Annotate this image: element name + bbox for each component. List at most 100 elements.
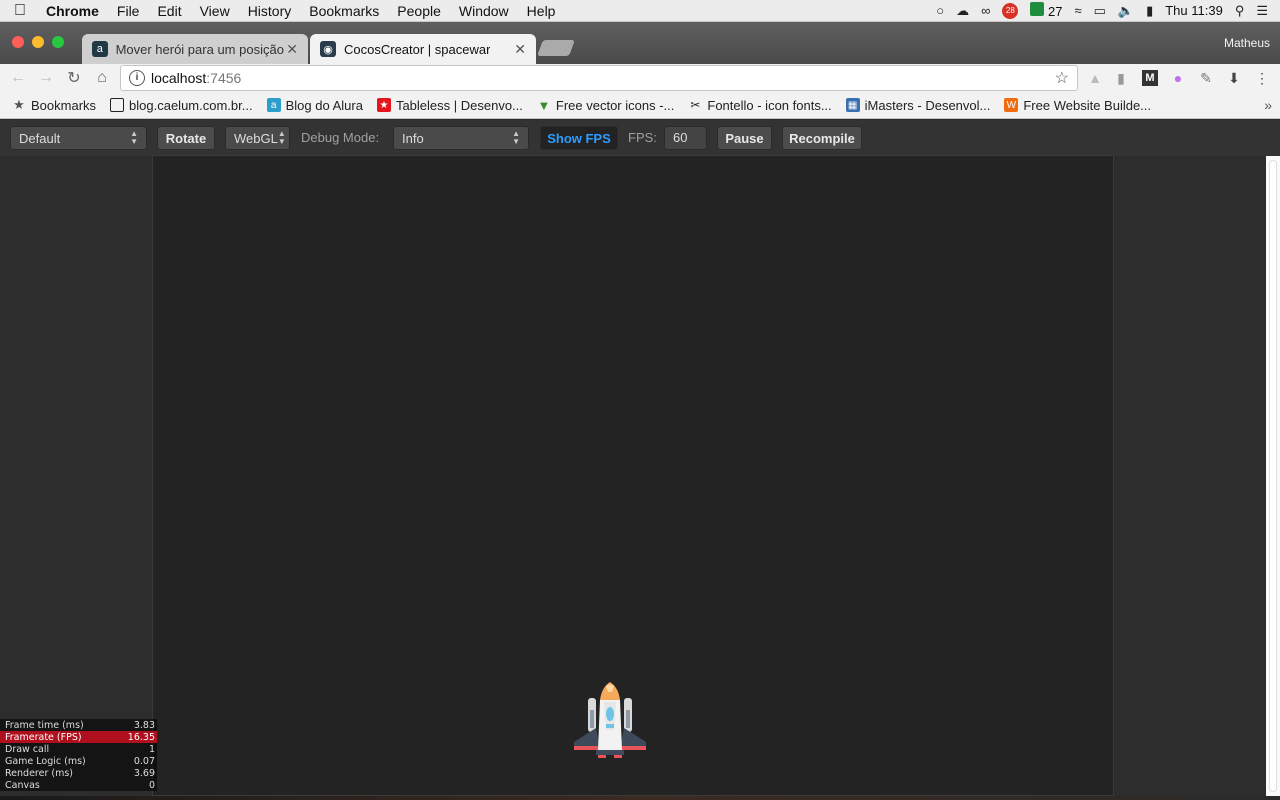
stat-label: Game Logic (ms) bbox=[5, 755, 86, 767]
renderer-select[interactable]: WebGL ▲ ▼ bbox=[225, 126, 290, 150]
bookmark-freepik[interactable]: ▼ Free vector icons -... bbox=[537, 98, 674, 113]
activity-count: 27 bbox=[1047, 4, 1063, 19]
stat-framerate: Framerate (FPS) 16.35 bbox=[0, 731, 157, 743]
download-icon[interactable]: ⬇ bbox=[1226, 70, 1242, 86]
chrome-menu-icon[interactable]: ⋮ bbox=[1254, 70, 1270, 86]
bookmark-label: Tableless | Desenvo... bbox=[395, 97, 523, 113]
more-bookmarks-icon[interactable]: » bbox=[1264, 97, 1272, 113]
menu-bookmarks[interactable]: Bookmarks bbox=[300, 3, 388, 19]
volume-icon[interactable]: 🔈 bbox=[1118, 3, 1134, 19]
stat-value: 0.07 bbox=[133, 755, 155, 767]
bookmark-label: Free Website Builde... bbox=[1023, 97, 1152, 113]
menu-view[interactable]: View bbox=[191, 3, 239, 19]
stat-value: 3.69 bbox=[133, 767, 155, 779]
tab-title: CocosCreator | spacewar bbox=[344, 41, 491, 57]
new-tab-button[interactable] bbox=[537, 40, 575, 56]
creative-cloud-icon[interactable]: ∞ bbox=[981, 3, 990, 18]
address-port: :7456 bbox=[206, 70, 242, 86]
bookmark-wix[interactable]: W Free Website Builde... bbox=[1004, 98, 1151, 113]
alura-icon: a bbox=[92, 41, 108, 57]
select-arrows-icon: ▲ ▼ bbox=[130, 129, 138, 146]
apple-icon[interactable]:  bbox=[0, 2, 40, 20]
alura-icon: a bbox=[266, 98, 281, 112]
drive-extension-icon[interactable]: ▲ bbox=[1087, 70, 1103, 86]
stat-canvas: Canvas 0 bbox=[0, 779, 157, 791]
menu-people[interactable]: People bbox=[388, 3, 450, 19]
tab-cocos-creator[interactable]: ◉ CocosCreator | spacewar ✕ bbox=[310, 34, 536, 64]
profile-name[interactable]: Matheus bbox=[1224, 36, 1270, 50]
tableless-icon: ★ bbox=[376, 98, 391, 112]
notification-badge-icon[interactable]: 28 bbox=[1002, 2, 1019, 19]
bookmark-star-icon[interactable]: ☆ bbox=[1055, 68, 1069, 88]
debug-mode-select[interactable]: Info ▲ ▼ bbox=[393, 126, 529, 150]
forward-arrow-icon[interactable]: → bbox=[32, 69, 60, 87]
spotlight-search-icon[interactable]: ⚲ bbox=[1235, 3, 1245, 19]
battery-icon[interactable]: ▮ bbox=[1146, 3, 1153, 19]
fps-input[interactable]: 60 bbox=[664, 126, 707, 150]
renderer-select-value: WebGL bbox=[234, 130, 278, 146]
activity-status-item[interactable]: 27 bbox=[1030, 2, 1062, 19]
bookmark-tableless[interactable]: ★ Tableless | Desenvo... bbox=[376, 97, 523, 113]
stat-draw-call: Draw call 1 bbox=[0, 743, 157, 755]
reload-icon[interactable]: ↻ bbox=[60, 68, 88, 88]
close-tab-icon[interactable]: ✕ bbox=[514, 41, 526, 58]
home-icon[interactable]: ⌂ bbox=[88, 69, 116, 87]
device-select[interactable]: Default ▲ ▼ bbox=[10, 126, 147, 150]
page-icon bbox=[110, 98, 125, 112]
menu-app-name[interactable]: Chrome bbox=[40, 3, 108, 19]
airplay-icon[interactable]: ▭ bbox=[1094, 3, 1106, 19]
m-extension-icon[interactable]: M bbox=[1142, 70, 1158, 86]
clock[interactable]: Thu 11:39 bbox=[1165, 3, 1223, 18]
close-window-icon[interactable] bbox=[12, 36, 24, 48]
stat-game-logic: Game Logic (ms) 0.07 bbox=[0, 755, 157, 767]
tab-mover-heroi[interactable]: a Mover herói para um posição f ✕ bbox=[82, 34, 308, 64]
select-arrows-icon: ▲ ▼ bbox=[512, 129, 520, 146]
address-bar[interactable]: i localhost:7456 ☆ bbox=[120, 65, 1078, 91]
show-fps-button[interactable]: Show FPS bbox=[540, 126, 618, 150]
desktop-strip bbox=[0, 796, 1280, 800]
debug-mode-value: Info bbox=[402, 130, 424, 146]
stat-value: 3.83 bbox=[133, 719, 155, 731]
site-info-icon[interactable]: i bbox=[129, 70, 145, 86]
drop-icon[interactable]: ○ bbox=[936, 3, 944, 18]
stat-value: 0 bbox=[148, 779, 155, 791]
bookmark-alura[interactable]: a Blog do Alura bbox=[266, 98, 363, 113]
minimize-window-icon[interactable] bbox=[32, 36, 44, 48]
wix-icon: W bbox=[1004, 98, 1019, 112]
notification-center-icon[interactable]: ☰ bbox=[1256, 3, 1268, 19]
menu-edit[interactable]: Edit bbox=[148, 3, 190, 19]
eyedropper-extension-icon[interactable]: ✎ bbox=[1198, 70, 1214, 86]
close-tab-icon[interactable]: ✕ bbox=[286, 41, 298, 58]
menu-file[interactable]: File bbox=[108, 3, 149, 19]
scrollbar-thumb[interactable] bbox=[1269, 160, 1277, 792]
wifi-icon[interactable]: ≈ bbox=[1074, 3, 1081, 18]
recompile-button[interactable]: Recompile bbox=[782, 126, 862, 150]
stat-renderer: Renderer (ms) 3.69 bbox=[0, 767, 157, 779]
pause-button[interactable]: Pause bbox=[717, 126, 772, 150]
cloud-upload-icon[interactable]: ☁ bbox=[956, 3, 969, 19]
bookmark-bookmarks[interactable]: ★ Bookmarks bbox=[12, 97, 96, 113]
stat-frame-time: Frame time (ms) 3.83 bbox=[0, 719, 157, 731]
color-extension-icon[interactable]: ● bbox=[1170, 70, 1186, 86]
menu-window[interactable]: Window bbox=[450, 3, 518, 19]
menu-help[interactable]: Help bbox=[518, 3, 565, 19]
rotate-button[interactable]: Rotate bbox=[157, 126, 215, 150]
bookmark-label: Free vector icons -... bbox=[555, 97, 675, 113]
debug-mode-label: Debug Mode: bbox=[301, 130, 380, 145]
bookmark-fontello[interactable]: ✂ Fontello - icon fonts... bbox=[688, 98, 831, 113]
profiler-stats: Frame time (ms) 3.83 Framerate (FPS) 16.… bbox=[0, 719, 157, 791]
stat-label: Frame time (ms) bbox=[5, 719, 84, 731]
bookmark-imasters[interactable]: ▦ iMasters - Desenvol... bbox=[845, 98, 990, 113]
bookmarks-bar: ★ Bookmarks blog.caelum.com.br... a Blog… bbox=[0, 92, 1280, 119]
macos-menubar:  Chrome File Edit View History Bookmark… bbox=[0, 0, 1280, 22]
tab-title: Mover herói para um posição f bbox=[115, 41, 287, 57]
stat-label: Canvas bbox=[5, 779, 40, 791]
star-icon: ★ bbox=[13, 97, 25, 112]
imasters-icon: ▦ bbox=[845, 98, 860, 112]
back-arrow-icon[interactable]: ← bbox=[4, 69, 32, 87]
spaceship-sprite[interactable] bbox=[570, 680, 650, 762]
menu-history[interactable]: History bbox=[239, 3, 301, 19]
zoom-window-icon[interactable] bbox=[52, 36, 64, 48]
bookmark-caelum[interactable]: blog.caelum.com.br... bbox=[110, 98, 253, 113]
reader-extension-icon[interactable]: ▮ bbox=[1113, 70, 1129, 86]
